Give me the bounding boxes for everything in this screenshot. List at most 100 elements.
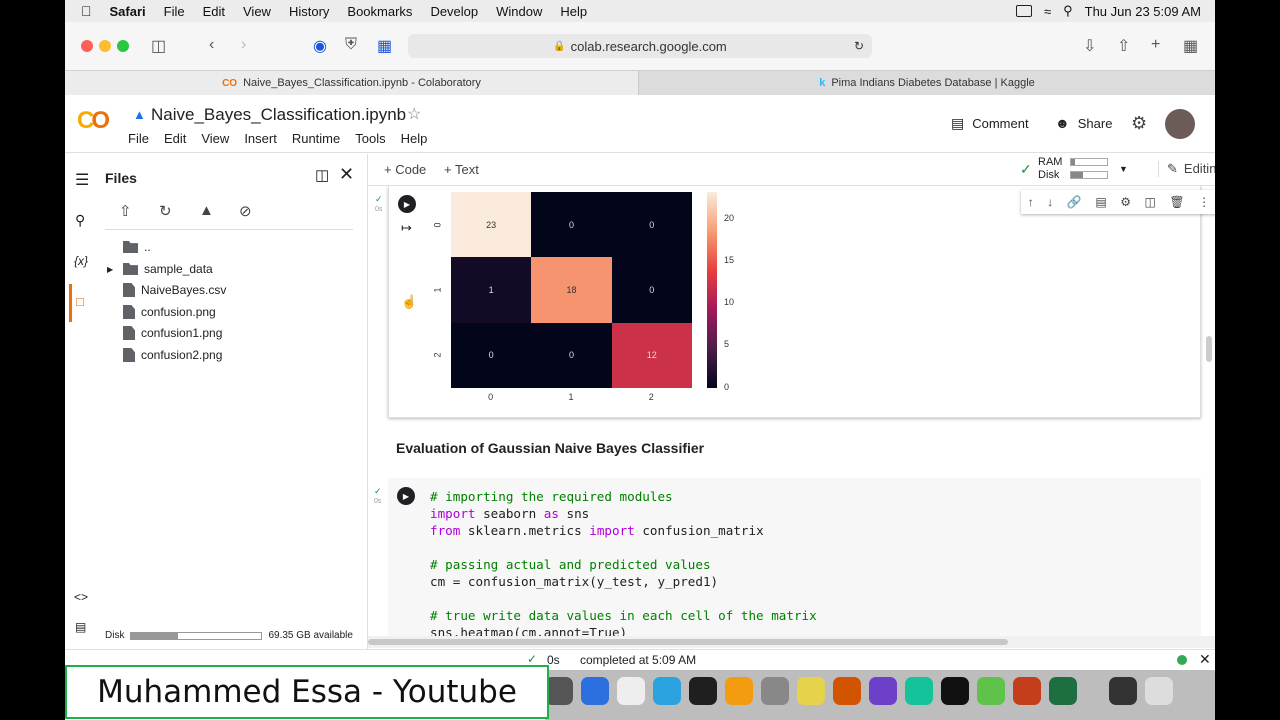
search-icon[interactable]: ⚲ — [1063, 3, 1073, 19]
file-row-confusion1[interactable]: confusion1.png — [123, 326, 222, 340]
terminal-icon[interactable]: ▤ — [75, 620, 86, 634]
vertical-scrollbar[interactable] — [1206, 336, 1212, 362]
text-cell-heading[interactable]: Evaluation of Gaussian Naive Bayes Class… — [396, 440, 704, 456]
menubar-item-edit[interactable]: Edit — [203, 4, 225, 19]
link-icon[interactable]: 🔗 — [1067, 195, 1082, 209]
tab-overview-icon[interactable]: ▦ — [1183, 36, 1198, 56]
code-cell[interactable]: ✓ 0s ▶ # importing the required modules i… — [374, 478, 1201, 636]
run-cell-button[interactable]: ▶ — [398, 195, 416, 213]
close-icon[interactable]: ✕ — [1199, 651, 1211, 668]
new-tab-icon[interactable]: + — [1151, 36, 1160, 54]
menu-insert[interactable]: Insert — [244, 131, 277, 146]
menu-edit[interactable]: Edit — [164, 131, 186, 146]
move-up-icon[interactable]: ↑ — [1028, 195, 1034, 209]
menu-view[interactable]: View — [201, 131, 229, 146]
file-row-confusion[interactable]: confusion.png — [123, 305, 216, 319]
zoom-window-button[interactable] — [117, 40, 129, 52]
open-in-window-icon[interactable]: ◫ — [315, 166, 329, 184]
output-icon[interactable]: ↦ — [401, 220, 412, 236]
extension2-icon[interactable]: ▦ — [377, 36, 392, 56]
comment-button[interactable]: ▤ Comment — [951, 115, 1029, 132]
dock-app-icon[interactable] — [617, 677, 645, 705]
menubar-item-bookmarks[interactable]: Bookmarks — [347, 4, 412, 19]
menu-file[interactable]: File — [128, 131, 149, 146]
file-row-sample-data[interactable]: ▶ sample_data — [107, 262, 213, 276]
resources-indicator[interactable]: RAM Disk — [1038, 156, 1108, 182]
minimize-window-button[interactable] — [99, 40, 111, 52]
add-code-button[interactable]: + Code — [384, 162, 426, 177]
mirror-cell-icon[interactable]: ◫ — [1144, 195, 1155, 209]
menubar-datetime[interactable]: Thu Jun 23 5:09 AM — [1085, 4, 1201, 19]
telegram-icon[interactable] — [653, 677, 681, 705]
matlab-icon[interactable] — [833, 677, 861, 705]
dock-app-icon[interactable] — [1109, 677, 1137, 705]
settings-icon[interactable]: ⚙ — [1120, 195, 1131, 209]
colab-logo[interactable]: CO — [77, 107, 110, 135]
upload-icon[interactable]: ⇧ — [119, 202, 137, 220]
powerpoint-icon[interactable] — [1013, 677, 1041, 705]
grammarly-icon[interactable] — [905, 677, 933, 705]
menu-help[interactable]: Help — [401, 131, 428, 146]
file-row-naivebayes-csv[interactable]: NaiveBayes.csv — [123, 283, 226, 297]
move-down-icon[interactable]: ↓ — [1047, 195, 1053, 209]
delete-icon[interactable]: 🗑 — [1169, 195, 1184, 209]
menubar-item-develop[interactable]: Develop — [430, 4, 478, 19]
dock-app-icon[interactable] — [581, 677, 609, 705]
tab-kaggle[interactable]: k Pima Indians Diabetes Database | Kaggl… — [638, 71, 1215, 95]
settings-icon[interactable]: ⚙ — [1131, 113, 1147, 134]
menubar-item-file[interactable]: File — [164, 4, 185, 19]
downloads-icon[interactable]: ⇩ — [1083, 36, 1096, 56]
tab-colab[interactable]: CO Naive_Bayes_Classification.ipynb - Co… — [65, 71, 638, 95]
code-editor[interactable]: # importing the required modules import s… — [430, 488, 817, 636]
refresh-folder-icon[interactable]: ↻ — [159, 202, 177, 220]
horizontal-scrollbar[interactable] — [368, 636, 1215, 648]
dock-app-icon[interactable] — [545, 677, 573, 705]
star-icon[interactable]: ☆ — [407, 104, 421, 124]
menubar-app-name[interactable]: Safari — [110, 4, 146, 19]
menubar-item-view[interactable]: View — [243, 4, 271, 19]
apple-icon[interactable]:  — [81, 3, 92, 19]
sublime-icon[interactable] — [725, 677, 753, 705]
battery-icon[interactable] — [1015, 5, 1032, 17]
menu-tools[interactable]: Tools — [355, 131, 385, 146]
back-icon[interactable]: ‹ — [209, 36, 214, 54]
shield-icon[interactable]: ⛨ — [345, 36, 357, 54]
file-row-up[interactable]: .. — [123, 240, 151, 254]
chevron-down-icon[interactable]: ▼ — [1119, 164, 1128, 174]
trash-icon[interactable] — [1145, 677, 1173, 705]
excel-icon[interactable] — [1049, 677, 1077, 705]
folder-icon[interactable]: □ — [76, 294, 84, 309]
add-text-button[interactable]: + Text — [444, 162, 479, 177]
hide-files-icon[interactable]: ⊘ — [239, 202, 257, 220]
toc-icon[interactable]: ☰ — [75, 170, 89, 190]
dock-app-icon[interactable] — [977, 677, 1005, 705]
reload-icon[interactable]: ↻ — [854, 39, 864, 53]
drive-icon[interactable]: ▲ — [133, 107, 146, 122]
menubar-item-window[interactable]: Window — [496, 4, 542, 19]
github-icon[interactable] — [869, 677, 897, 705]
wifi-icon[interactable]: ≈ — [1044, 4, 1051, 19]
horizontal-scrollbar-thumb[interactable] — [368, 639, 1008, 645]
close-icon[interactable]: ✕ — [339, 164, 354, 185]
menubar-item-history[interactable]: History — [289, 4, 329, 19]
mount-drive-icon[interactable]: ▲ — [199, 202, 217, 220]
comment-icon[interactable]: ▤ — [1095, 195, 1106, 209]
share-icon[interactable]: ⇧ — [1117, 36, 1130, 56]
sidebar-toggle-icon[interactable]: ◫ — [151, 36, 166, 56]
run-cell-button[interactable]: ▶ — [397, 487, 415, 505]
code-snippets-icon[interactable]: <> — [74, 590, 88, 604]
activity-monitor-icon[interactable] — [689, 677, 717, 705]
menubar-item-help[interactable]: Help — [560, 4, 587, 19]
file-row-confusion2[interactable]: confusion2.png — [123, 348, 222, 362]
intellij-icon[interactable] — [941, 677, 969, 705]
forward-icon[interactable]: › — [241, 36, 246, 54]
more-vert-icon[interactable]: ⋮ — [1198, 195, 1210, 209]
database-icon[interactable] — [761, 677, 789, 705]
extension-icon[interactable]: ◉ — [313, 36, 327, 56]
avatar[interactable] — [1165, 109, 1195, 139]
share-button[interactable]: ☻ Share — [1055, 115, 1112, 131]
url-bar[interactable]: 🔒 colab.research.google.com ↻ — [408, 34, 872, 58]
variables-icon[interactable]: {x} — [74, 254, 88, 268]
menu-runtime[interactable]: Runtime — [292, 131, 340, 146]
search-icon[interactable]: ⚲ — [75, 212, 85, 229]
